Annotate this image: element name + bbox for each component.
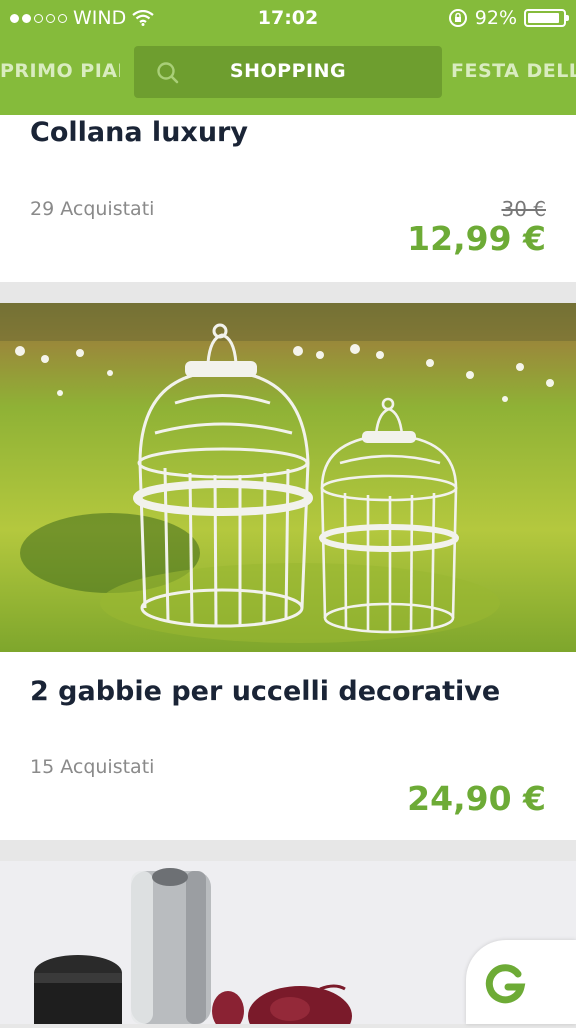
tab-primo-piano[interactable]: PRIMO PIANO (0, 46, 120, 98)
status-bar: WIND 17:02 92% (0, 0, 576, 36)
top-bar: WIND 17:02 92% PRIMO PIANO (0, 0, 576, 115)
tab-label: PRIMO PIANO (0, 60, 120, 82)
deal-price: 12,99 € (407, 219, 546, 258)
deal-card[interactable]: 2 gabbie per uccelli decorative 15 Acqui… (0, 303, 576, 840)
tab-label: SHOPPING (229, 60, 347, 82)
tab-festa[interactable]: FESTA DELLA (451, 46, 576, 98)
deal-old-price: 30 € (501, 197, 546, 221)
battery-icon (524, 9, 569, 27)
status-right: 92% (448, 7, 569, 29)
birdcages-photo (0, 303, 576, 652)
deal-title: Collana luxury (30, 117, 248, 148)
deal-price: 24,90 € (407, 779, 546, 818)
deal-image[interactable] (0, 303, 576, 652)
deal-purchased: 15 Acquistati (30, 756, 155, 778)
deal-purchased: 29 Acquistati (30, 198, 155, 220)
category-tabs: PRIMO PIANO SHOPPING FESTA DELLA (0, 46, 576, 98)
rotation-lock-icon (448, 9, 467, 27)
deal-title: 2 gabbie per uccelli decorative (30, 676, 501, 707)
search-icon[interactable] (156, 61, 180, 85)
deal-card[interactable]: Collana luxury 29 Acquistati 30 € 12,99 … (0, 115, 576, 282)
groupon-button[interactable] (466, 940, 576, 1024)
tab-shopping[interactable]: SHOPPING (134, 46, 442, 98)
groupon-g-icon (485, 964, 526, 1004)
battery-percent: 92% (474, 7, 517, 29)
tab-label: FESTA DELLA (451, 60, 576, 82)
